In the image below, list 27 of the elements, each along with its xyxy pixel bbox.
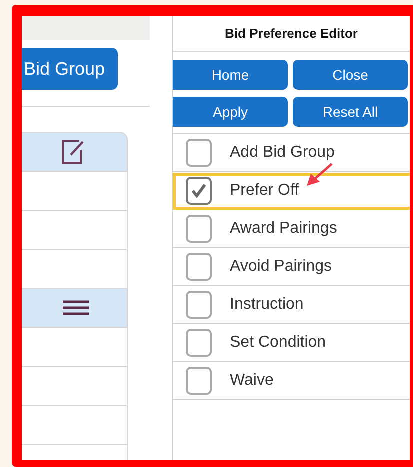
arrow-icon (307, 163, 333, 186)
toolbar-button[interactable]: Home (173, 60, 288, 90)
checkbox[interactable] (186, 138, 212, 166)
toolbar-button[interactable]: Close (293, 60, 408, 90)
checkbox[interactable] (186, 366, 212, 394)
option-label: Set Condition (230, 334, 326, 352)
toolbar-button[interactable]: Reset All (293, 97, 408, 127)
option-label: Waive (230, 372, 274, 390)
list-row-highlighted[interactable] (22, 132, 128, 172)
option-label: Award Pairings (230, 220, 338, 238)
checkbox[interactable] (186, 252, 212, 280)
option-label: Add Bid Group (230, 144, 335, 162)
checkbox[interactable] (186, 176, 212, 204)
checkbox[interactable] (186, 328, 212, 356)
panel-title: Bid Preference Editor (173, 16, 410, 52)
toolbar-button[interactable]: Apply (173, 97, 288, 127)
list-row[interactable] (22, 367, 128, 406)
checkmark-icon (191, 184, 207, 198)
list-row-highlighted[interactable] (22, 289, 128, 328)
checkbox[interactable] (186, 214, 212, 242)
bid-group-button[interactable]: Bid Group (22, 48, 118, 90)
list-row[interactable] (22, 406, 128, 445)
checkbox[interactable] (186, 290, 212, 318)
option-label: Prefer Off (230, 182, 300, 200)
option-label: Instruction (230, 296, 304, 314)
list-row[interactable] (22, 211, 128, 250)
option-label: Avoid Pairings (230, 258, 332, 276)
